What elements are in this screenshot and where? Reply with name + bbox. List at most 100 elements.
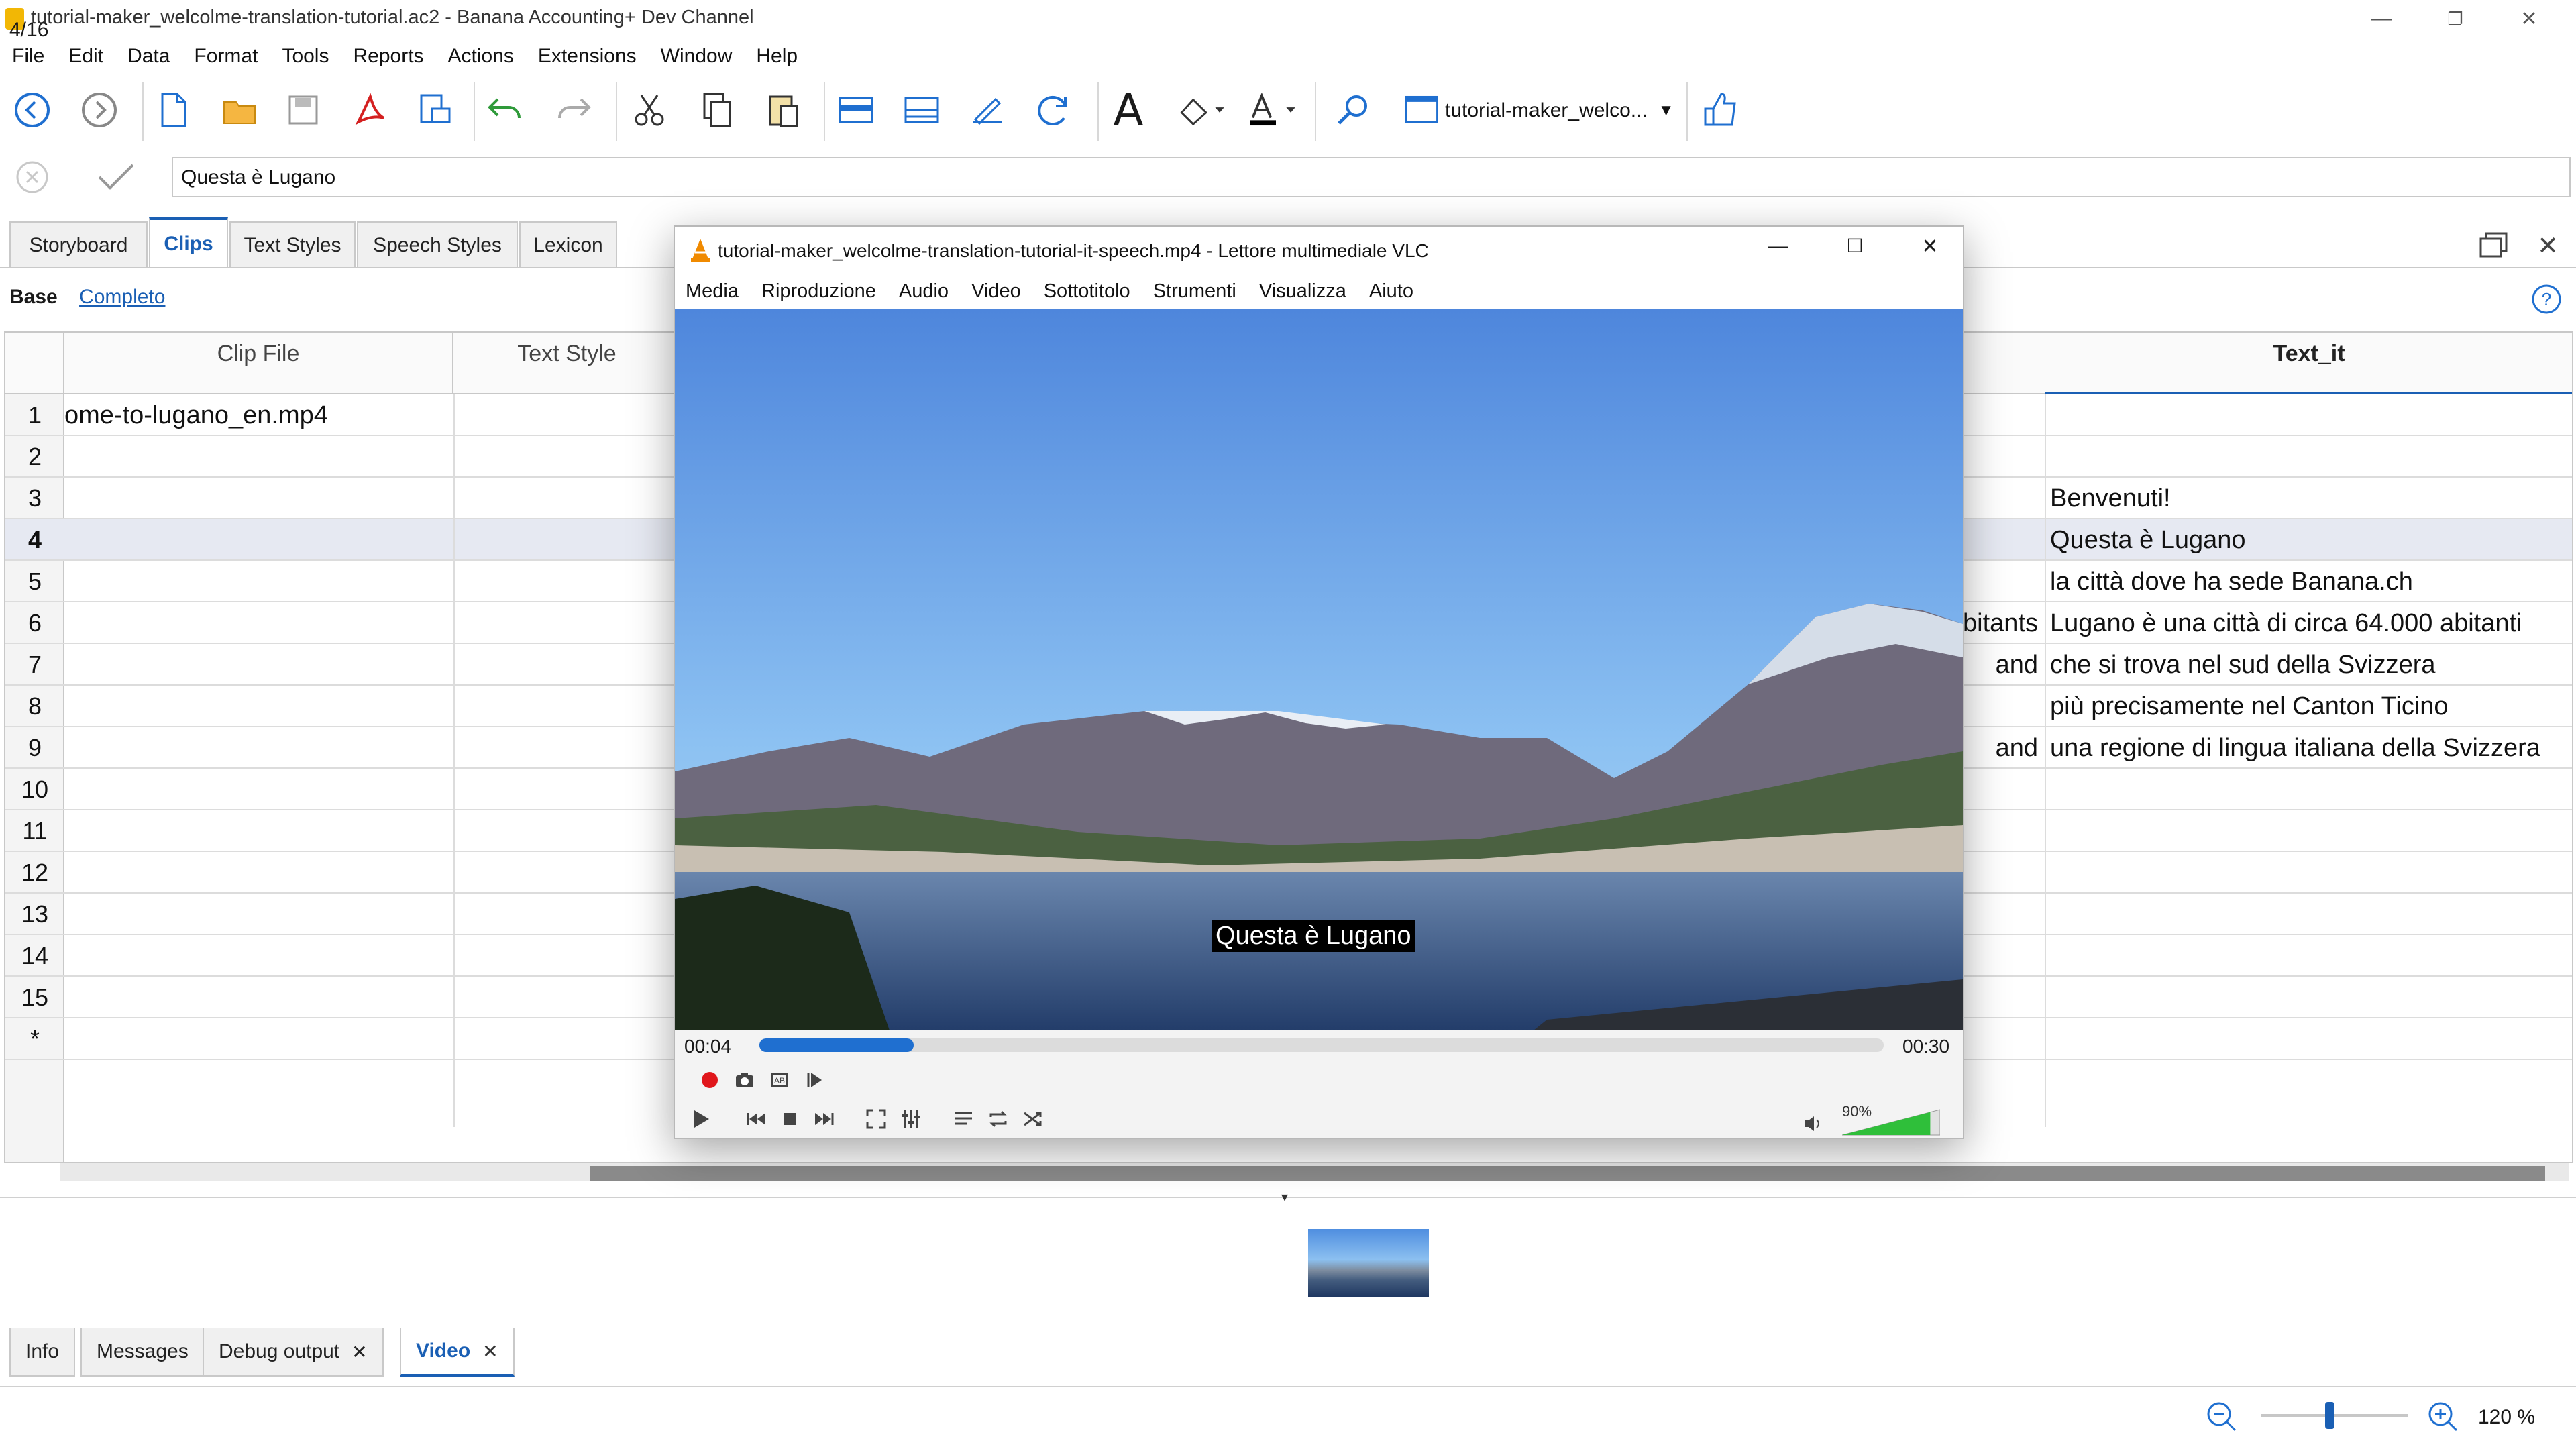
cell-clip-file[interactable] (64, 852, 453, 894)
cell-text-style[interactable] (453, 394, 682, 436)
cell-text-style[interactable] (453, 894, 682, 935)
cell-clip-file[interactable] (64, 561, 453, 602)
cell-clip-file[interactable] (64, 602, 453, 644)
cell-hidden-column[interactable] (1957, 977, 2043, 1018)
delete-row-icon[interactable] (898, 86, 946, 134)
loop-ab-icon[interactable]: AB (763, 1064, 796, 1096)
menu-data[interactable]: Data (127, 45, 170, 68)
maximize-button[interactable]: ❐ (2422, 4, 2489, 34)
cell-hidden-column[interactable] (1957, 852, 2043, 894)
close-panel-icon[interactable]: ✕ (2529, 231, 2567, 262)
cell-text-it[interactable]: Questa è Lugano (2045, 519, 2572, 561)
tab-storyboard[interactable]: Storyboard (9, 221, 148, 268)
menu-file[interactable]: File (12, 45, 44, 68)
help-icon[interactable]: ? (2530, 283, 2563, 315)
back-icon[interactable] (8, 86, 56, 134)
vlc-window[interactable]: tutorial-maker_welcolme-translation-tuto… (674, 225, 1964, 1139)
cell-hidden-column[interactable] (1957, 1018, 2043, 1060)
menu-help[interactable]: Help (756, 45, 798, 68)
cell-text-it[interactable] (2045, 810, 2572, 852)
close-button[interactable]: ✕ (2496, 4, 2563, 34)
cell-text-style[interactable] (453, 561, 682, 602)
cell-text-it[interactable]: che si trova nel sud della Svizzera (2045, 644, 2572, 686)
cell-text-style[interactable] (453, 686, 682, 727)
menu-extensions[interactable]: Extensions (538, 45, 637, 68)
menu-edit[interactable]: Edit (68, 45, 103, 68)
vlc-menu-media[interactable]: Media (686, 280, 739, 303)
cell-hidden-column[interactable] (1957, 478, 2043, 519)
cell-text-it[interactable] (2045, 394, 2572, 436)
view-completo-link[interactable]: Completo (79, 286, 165, 308)
text-color-icon[interactable] (1242, 86, 1309, 134)
menu-reports[interactable]: Reports (353, 45, 423, 68)
tab-clips[interactable]: Clips (149, 217, 228, 268)
cell-hidden-column[interactable] (1957, 894, 2043, 935)
cell-clip-file[interactable] (64, 894, 453, 935)
cell-text-it[interactable]: la città dove ha sede Banana.ch (2045, 561, 2572, 602)
pdf-icon[interactable] (346, 86, 394, 134)
cell-clip-file[interactable] (64, 935, 453, 977)
cell-hidden-column[interactable] (1957, 519, 2043, 561)
cell-text-style[interactable] (453, 727, 682, 769)
close-tab-icon[interactable]: ✕ (352, 1341, 367, 1363)
column-header-clip-file[interactable]: Clip File (64, 333, 453, 394)
cell-text-style[interactable] (453, 1018, 682, 1060)
cell-text-style[interactable] (453, 852, 682, 894)
fill-color-icon[interactable] (1171, 86, 1238, 134)
cell-text-style[interactable] (453, 977, 682, 1018)
cell-text-it[interactable]: Benvenuti! (2045, 478, 2572, 519)
cell-text-it[interactable]: una regione di lingua italiana della Svi… (2045, 727, 2572, 769)
cell-hidden-column[interactable]: and (1957, 644, 2043, 686)
menu-actions[interactable]: Actions (448, 45, 514, 68)
vlc-title-bar[interactable]: tutorial-maker_welcolme-translation-tuto… (675, 227, 1963, 274)
cell-text-it[interactable] (2045, 1018, 2572, 1060)
vlc-menu-strumenti[interactable]: Strumenti (1153, 280, 1236, 303)
menu-window[interactable]: Window (661, 45, 733, 68)
shuffle-icon[interactable] (1017, 1103, 1049, 1135)
column-header-text-style[interactable]: Text Style (453, 333, 682, 394)
cell-text-style[interactable] (453, 810, 682, 852)
menu-tools[interactable]: Tools (282, 45, 329, 68)
cell-text-it[interactable] (2045, 436, 2572, 478)
column-header-text-it[interactable]: Text_it (2045, 333, 2572, 394)
cell-clip-file[interactable] (64, 644, 453, 686)
tab-lexicon[interactable]: Lexicon (519, 221, 617, 268)
vlc-menu-sottotitolo[interactable]: Sottotitolo (1044, 280, 1130, 303)
cell-hidden-column[interactable] (1957, 935, 2043, 977)
video-thumbnail[interactable] (1308, 1229, 1429, 1297)
cell-hidden-column[interactable] (1957, 436, 2043, 478)
cell-hidden-column[interactable] (1957, 394, 2043, 436)
cell-clip-file[interactable] (64, 519, 453, 561)
cell-text-style[interactable] (453, 602, 682, 644)
zoom-slider-thumb[interactable] (2325, 1402, 2335, 1429)
minimize-button[interactable]: — (2348, 4, 2415, 34)
cell-hidden-column[interactable] (1957, 561, 2043, 602)
print-preview-icon[interactable] (411, 86, 459, 134)
vlc-maximize-button[interactable]: ☐ (1831, 235, 1878, 266)
document-selector[interactable]: tutorial-maker_welco... ▼ (1402, 89, 1684, 133)
copy-icon[interactable] (692, 86, 741, 134)
confirm-edit-icon[interactable] (94, 158, 137, 196)
seek-bar[interactable] (759, 1038, 1884, 1052)
cell-text-style[interactable] (453, 935, 682, 977)
font-icon[interactable]: A (1104, 85, 1152, 136)
cell-clip-file[interactable] (64, 686, 453, 727)
cell-clip-file[interactable] (64, 436, 453, 478)
zoom-out-icon[interactable] (2203, 1398, 2239, 1434)
vlc-menu-riproduzione[interactable]: Riproduzione (761, 280, 876, 303)
previous-icon[interactable] (739, 1103, 771, 1135)
restore-panel-icon[interactable] (2475, 231, 2513, 262)
vlc-minimize-button[interactable]: — (1755, 235, 1802, 266)
cell-text-it[interactable] (2045, 894, 2572, 935)
cell-text-it[interactable] (2045, 977, 2572, 1018)
forward-icon[interactable] (75, 86, 123, 134)
tab-text-styles[interactable]: Text Styles (229, 221, 356, 268)
tab-info[interactable]: Info (9, 1328, 76, 1377)
redo-icon[interactable] (550, 86, 598, 134)
undo-icon[interactable] (480, 86, 529, 134)
search-icon[interactable] (1330, 86, 1378, 134)
cell-text-it[interactable]: Lugano è una città di circa 64.000 abita… (2045, 602, 2572, 644)
extended-settings-icon[interactable] (895, 1103, 927, 1135)
cell-text-style[interactable] (453, 644, 682, 686)
tab-messages[interactable]: Messages (80, 1328, 205, 1377)
